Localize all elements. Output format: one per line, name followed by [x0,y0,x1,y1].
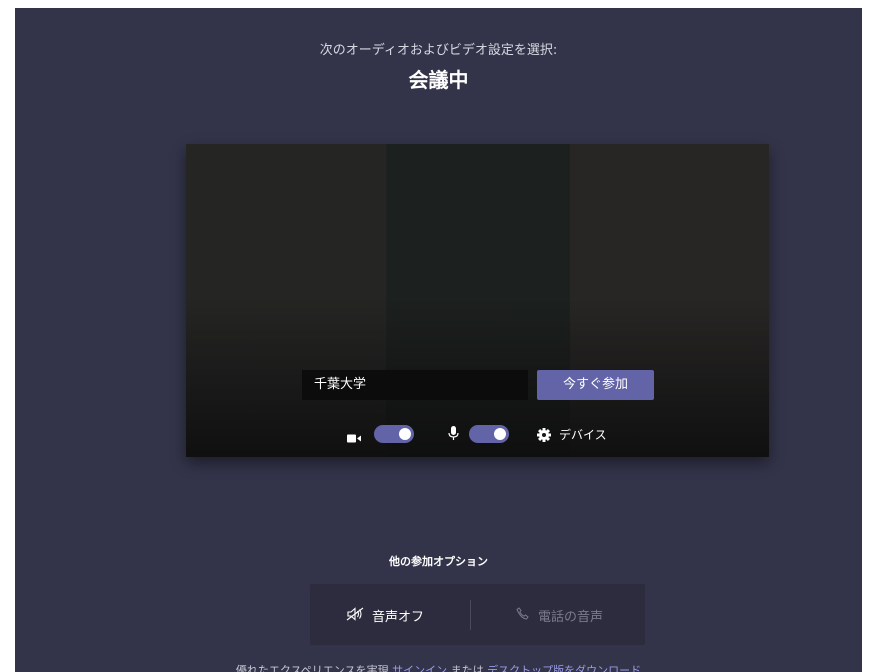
options-divider [470,600,471,630]
other-join-options: 音声オフ 電話の音声 [310,584,645,645]
devices-button[interactable]: デバイス [559,426,607,443]
microphone-toggle-knob [494,428,506,440]
display-name-input[interactable]: 千葉大学 [302,370,528,400]
download-desktop-link[interactable]: デスクトップ版をダウンロード [487,664,641,672]
microphone-toggle[interactable] [469,425,509,443]
camera-toggle[interactable] [374,425,414,443]
speaker-off-icon [346,607,364,625]
phone-audio-label: 電話の音声 [538,610,604,625]
meeting-title: 会議中 [408,68,469,92]
gear-icon[interactable] [537,427,551,446]
microphone-icon [448,426,459,445]
video-preview: 千葉大学 今すぐ参加 デバイス [186,144,769,457]
sign-in-link[interactable]: サインイン [392,664,447,672]
footer-note: 優れたエクスペリエンスを実現 サインイン または デスクトップ版をダウンロード [15,662,862,672]
camera-toggle-knob [399,428,411,440]
meeting-prejoin-screen: 次のオーディオおよびビデオ設定を選択: 会議中 千葉大学 今すぐ参加 デバイス … [15,8,862,672]
prejoin-subtitle: 次のオーディオおよびビデオ設定を選択: [319,43,558,58]
phone-icon [516,607,529,624]
camera-icon [347,429,362,448]
audio-off-label: 音声オフ [372,610,425,625]
other-join-options-title: 他の参加オプション [389,555,488,568]
footer-prefix: 優れたエクスペリエンスを実現 [235,664,389,672]
footer-or: または [450,664,484,672]
join-now-button[interactable]: 今すぐ参加 [537,370,654,400]
